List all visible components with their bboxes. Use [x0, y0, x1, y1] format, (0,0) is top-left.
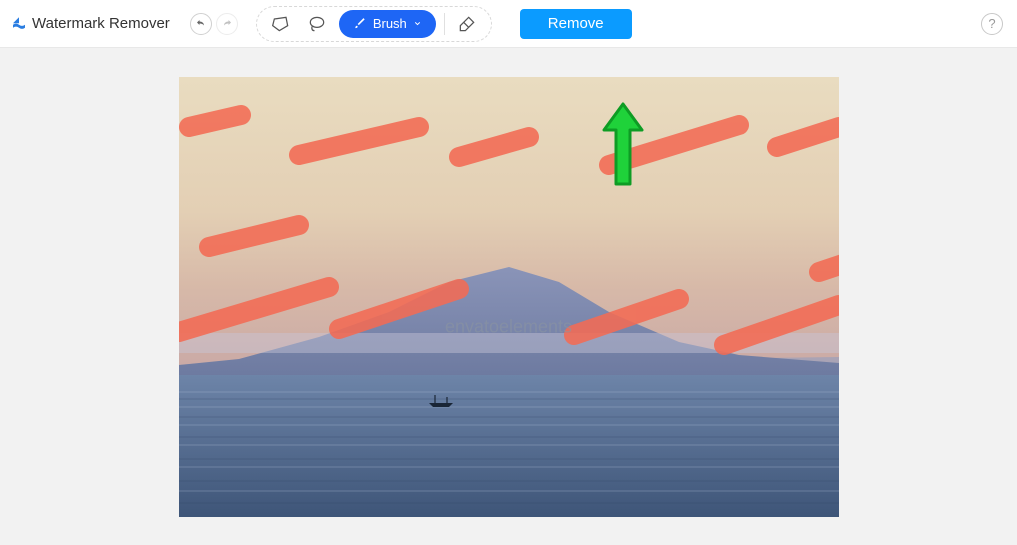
- sample-image: [179, 77, 839, 517]
- app-title-wrap: Watermark Remover: [10, 15, 170, 33]
- eraser-icon: [457, 14, 477, 34]
- eraser-tool[interactable]: [453, 10, 481, 38]
- toolbar: Watermark Remover: [0, 0, 1017, 48]
- help-button[interactable]: ?: [981, 13, 1003, 35]
- brush-tool[interactable]: Brush: [339, 10, 436, 38]
- tool-group: Brush: [256, 6, 492, 42]
- chevron-down-icon: [413, 19, 422, 28]
- undo-icon: [195, 18, 207, 30]
- app-logo-icon: [10, 15, 28, 33]
- undo-button[interactable]: [190, 13, 212, 35]
- polygon-icon: [271, 14, 291, 34]
- brush-label: Brush: [373, 16, 407, 31]
- polygon-tool[interactable]: [267, 10, 295, 38]
- brush-icon: [353, 17, 367, 31]
- help-icon: ?: [988, 16, 995, 31]
- lasso-icon: [307, 14, 327, 34]
- remove-button[interactable]: Remove: [520, 9, 632, 39]
- toolbar-divider: [444, 13, 445, 35]
- image-canvas[interactable]: envatoelements: [179, 77, 839, 517]
- history-controls: [190, 13, 238, 35]
- redo-icon: [221, 18, 233, 30]
- lasso-tool[interactable]: [303, 10, 331, 38]
- app-title: Watermark Remover: [32, 15, 170, 32]
- canvas-area: envatoelements: [0, 48, 1017, 545]
- redo-button[interactable]: [216, 13, 238, 35]
